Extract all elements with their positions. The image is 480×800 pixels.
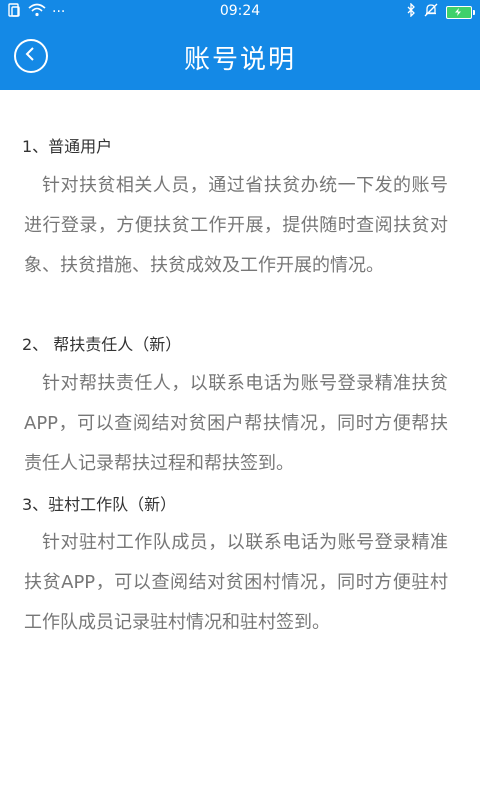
section-title: 2、 帮扶责任人（新） bbox=[22, 335, 182, 354]
section-title: 3、驻村工作队（新） bbox=[22, 495, 177, 514]
status-bar: ··· 09:24 bbox=[0, 0, 480, 24]
mute-icon bbox=[424, 3, 438, 21]
section-body: 针对扶贫相关人员，通过省扶贫办统一下发的账号进行登录，方便扶贫工作开展，提供随时… bbox=[24, 175, 448, 276]
bluetooth-icon bbox=[406, 2, 416, 21]
section-title: 1、普通用户 bbox=[22, 137, 113, 156]
battery-icon bbox=[446, 5, 475, 19]
section-body: 针对帮扶责任人，以联系电话为账号登录精准扶贫APP，可以查阅结对贫困户帮扶情况，… bbox=[24, 373, 448, 474]
status-right bbox=[406, 2, 475, 21]
section-body: 针对驻村工作队成员，以联系电话为账号登录精准扶贫APP，可以查阅结对贫困村情况，… bbox=[24, 532, 448, 633]
app-header: 账号说明 bbox=[0, 24, 480, 90]
page-title: 账号说明 bbox=[183, 45, 296, 75]
account-description-content: 1、普通用户 针对扶贫相关人员，通过省扶贫办统一下发的账号进行登录，方便扶贫工作… bbox=[0, 90, 480, 800]
